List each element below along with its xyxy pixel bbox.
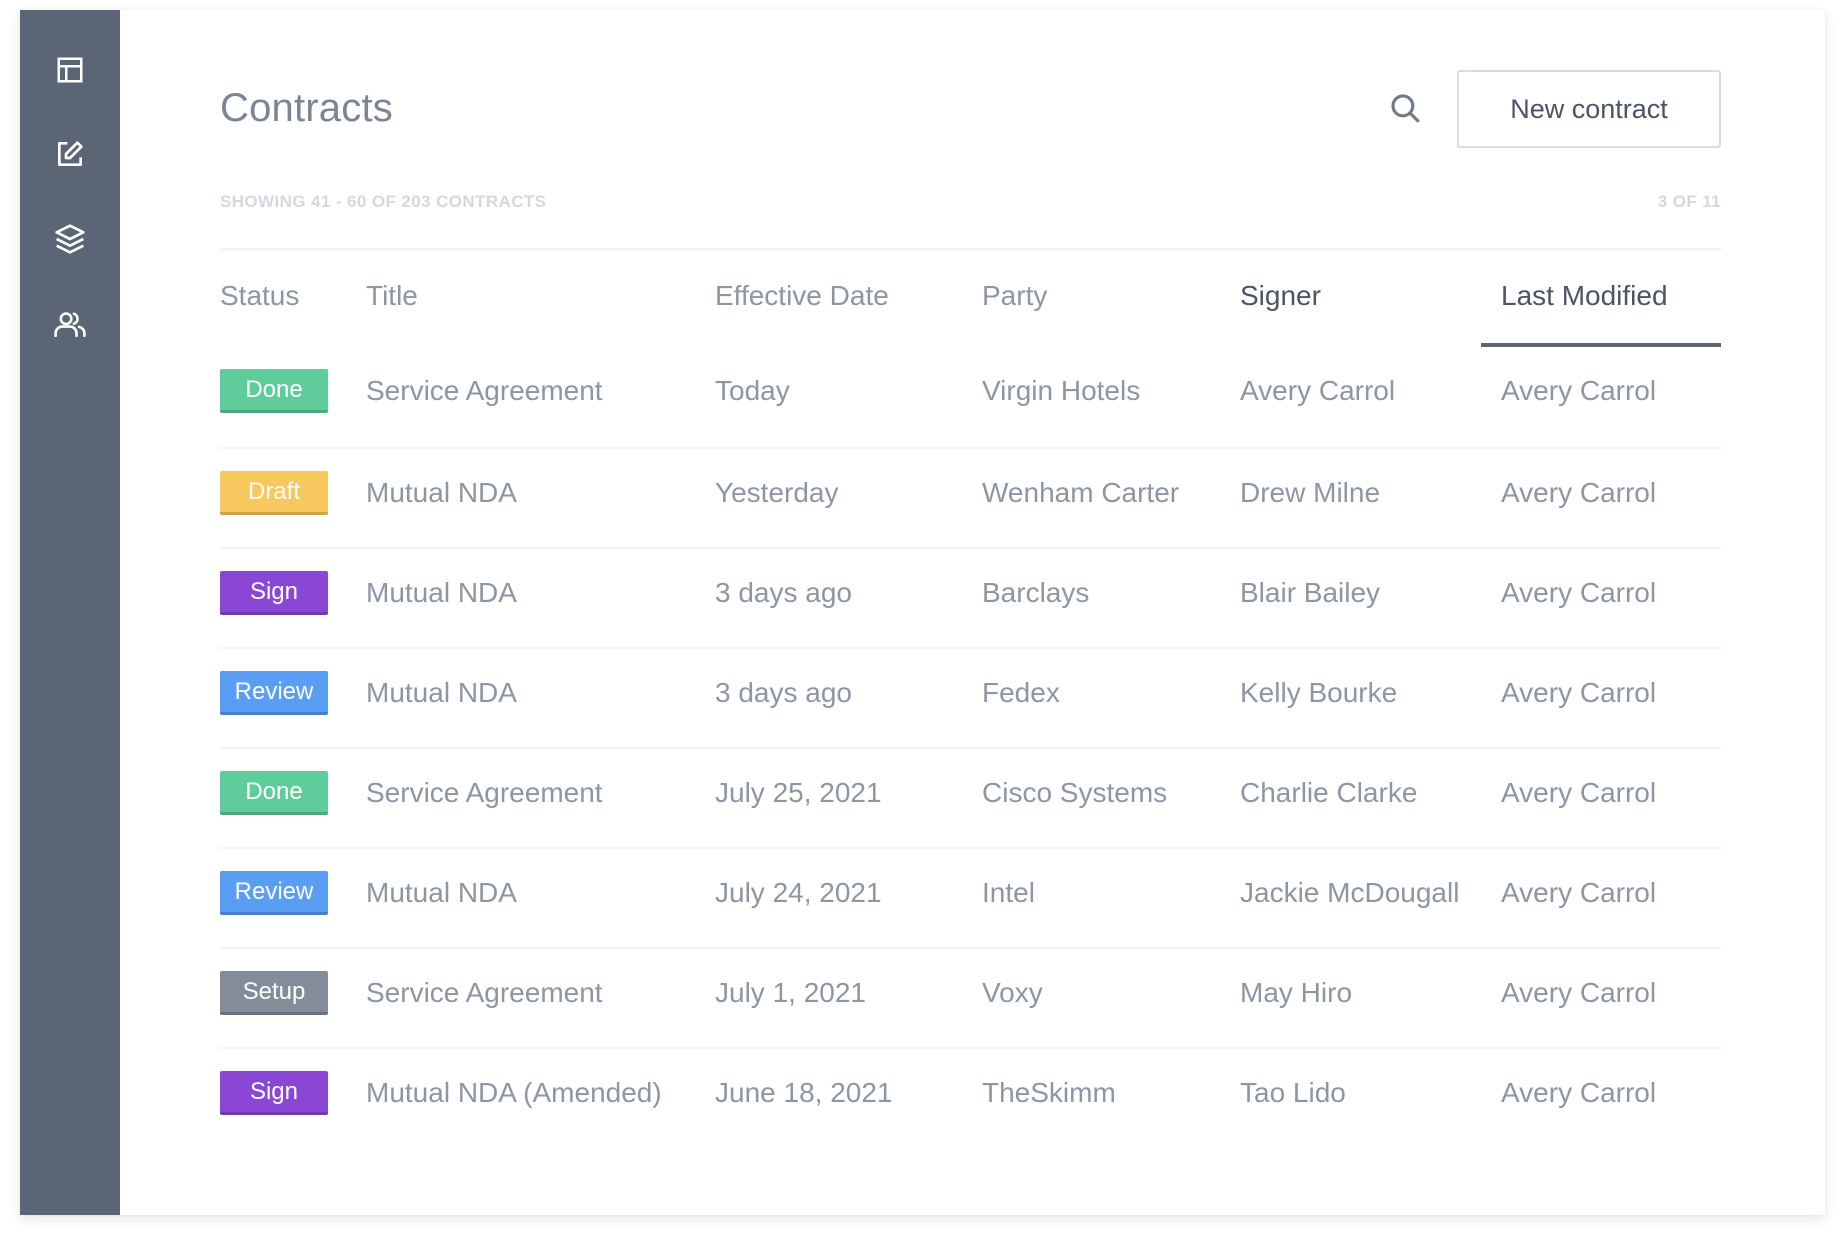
status-badge: Draft [220, 471, 328, 515]
contract-title: Mutual NDA [366, 477, 517, 508]
contract-title: Mutual NDA [366, 877, 517, 908]
last-modified-by: Avery Carrol [1501, 877, 1657, 908]
contract-title: Mutual NDA [366, 677, 517, 708]
table-row[interactable]: Setup Service Agreement July 1, 2021 Voxy Ma… [220, 947, 1721, 1047]
table-body: Done Service Agreement Today Virgin Hotels A… [220, 347, 1721, 1147]
signer-name: Avery Carrol [1240, 375, 1396, 406]
status-badge: Done [220, 771, 328, 815]
sidebar-item-people[interactable] [20, 294, 120, 354]
results-summary: SHOWING 41 - 60 OF 203 CONTRACTS [220, 192, 547, 211]
effective-date: June 18, 2021 [715, 1077, 893, 1108]
last-modified-by: Avery Carrol [1501, 375, 1657, 406]
effective-date: 3 days ago [715, 577, 852, 608]
column-header-party[interactable]: Party [982, 251, 1047, 347]
party-name: Wenham Carter [982, 477, 1180, 508]
effective-date: Yesterday [715, 477, 839, 508]
new-contract-button[interactable]: New contract [1457, 70, 1721, 148]
sidebar-item-dashboard[interactable] [20, 40, 120, 100]
signer-name: Tao Lido [1240, 1077, 1346, 1108]
party-name: Cisco Systems [982, 777, 1168, 808]
main-content: Contracts New contract SHOWING 41 - 60 O… [120, 10, 1825, 1215]
party-name: TheSkimm [982, 1077, 1116, 1108]
layers-icon [54, 223, 86, 255]
table-row[interactable]: Sign Mutual NDA 3 days ago Barclays Blair Ba… [220, 547, 1721, 647]
last-modified-by: Avery Carrol [1501, 777, 1657, 808]
sidebar-item-contracts[interactable] [20, 124, 120, 184]
last-modified-by: Avery Carrol [1501, 677, 1657, 708]
contract-title: Service Agreement [366, 777, 603, 808]
party-name: Intel [982, 877, 1035, 908]
column-header-title[interactable]: Title [366, 251, 418, 347]
status-badge: Sign [220, 1071, 328, 1115]
signer-name: May Hiro [1240, 977, 1353, 1008]
last-modified-by: Avery Carrol [1501, 1077, 1657, 1108]
effective-date: July 1, 2021 [715, 977, 866, 1008]
page-title: Contracts [220, 86, 393, 130]
column-header-signer[interactable]: Signer [1240, 251, 1321, 347]
table-row[interactable]: Done Service Agreement July 25, 2021 Cisco … [220, 747, 1721, 847]
effective-date: July 25, 2021 [715, 777, 882, 808]
last-modified-by: Avery Carrol [1501, 977, 1657, 1008]
layout-icon [55, 55, 85, 85]
party-name: Virgin Hotels [982, 375, 1141, 406]
signer-name: Drew Milne [1240, 477, 1381, 508]
sidebar [20, 10, 120, 1215]
column-header-status[interactable]: Status [220, 251, 299, 347]
status-badge: Done [220, 369, 328, 413]
effective-date: 3 days ago [715, 677, 852, 708]
effective-date: Today [715, 375, 790, 406]
contract-title: Mutual NDA (Amended) [366, 1077, 662, 1108]
table-row[interactable]: Review Mutual NDA July 24, 2021 Intel Jackie… [220, 847, 1721, 947]
status-badge: Sign [220, 571, 328, 615]
last-modified-by: Avery Carrol [1501, 477, 1657, 508]
party-name: Fedex [982, 677, 1060, 708]
signer-name: Charlie Clarke [1240, 777, 1418, 808]
table-header: Status Title Effective Date Party Signer… [220, 251, 1721, 347]
status-badge: Setup [220, 971, 328, 1015]
page-indicator: 3 OF 11 [1657, 192, 1721, 211]
column-header-last-modified[interactable]: Last Modified [1481, 251, 1721, 347]
contract-title: Service Agreement [366, 977, 603, 1008]
sidebar-item-templates[interactable] [20, 209, 120, 269]
status-badge: Review [220, 671, 328, 715]
table-row[interactable]: Draft Mutual NDA Yesterday Wenham Carter Dre… [220, 447, 1721, 547]
table-row[interactable]: Done Service Agreement Today Virgin Hotels A… [220, 347, 1721, 447]
table-row[interactable]: Sign Mutual NDA (Amended) June 18, 2021 The… [220, 1047, 1721, 1147]
last-modified-by: Avery Carrol [1501, 577, 1657, 608]
effective-date: July 24, 2021 [715, 877, 882, 908]
contract-title: Service Agreement [366, 375, 603, 406]
column-header-effective-date[interactable]: Effective Date [715, 251, 889, 347]
search-icon [1388, 91, 1422, 130]
status-badge: Review [220, 871, 328, 915]
search-button[interactable] [1385, 90, 1425, 130]
edit-icon [54, 138, 86, 170]
app-window: Contracts New contract SHOWING 41 - 60 O… [20, 10, 1825, 1215]
signer-name: Kelly Bourke [1240, 677, 1398, 708]
signer-name: Blair Bailey [1240, 577, 1381, 608]
party-name: Barclays [982, 577, 1090, 608]
party-name: Voxy [982, 977, 1043, 1008]
signer-name: Jackie McDougall [1240, 877, 1460, 908]
users-icon [53, 308, 87, 340]
contract-title: Mutual NDA [366, 577, 517, 608]
table-row[interactable]: Review Mutual NDA 3 days ago Fedex Kelly Bou… [220, 647, 1721, 747]
